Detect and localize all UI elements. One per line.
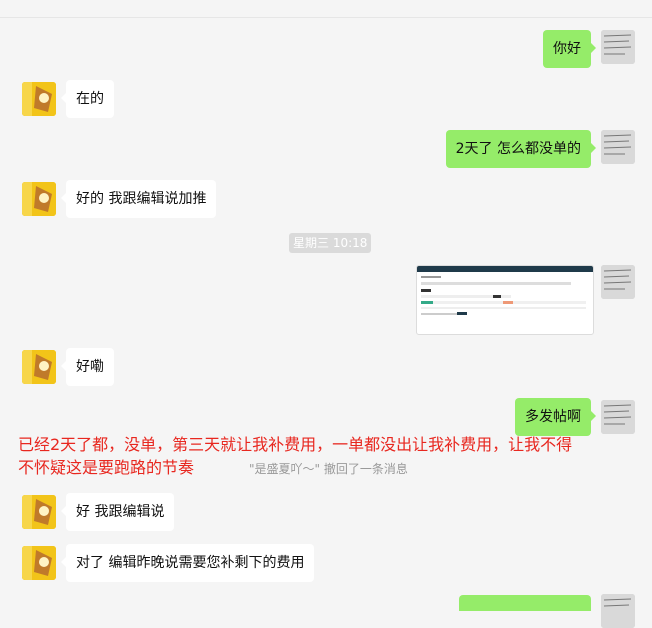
cartoon-avatar-icon[interactable] [22,82,56,116]
received-message-bubble[interactable]: 在的 [61,80,114,118]
received-message-bubble[interactable]: 对了 编辑昨晚说需要您补剩下的费用 [60,544,315,582]
cartoon-avatar-icon[interactable] [22,350,56,384]
cartoon-avatar-icon[interactable] [22,182,56,216]
user-avatar-icon[interactable] [601,30,635,64]
received-message-bubble[interactable]: 好的 我跟编辑说加推 [60,180,217,218]
received-message-bubble[interactable]: 好嘞 [61,348,114,386]
sent-message-bubble-partial[interactable] [459,595,591,611]
top-divider [0,17,652,18]
cartoon-avatar-icon[interactable] [22,546,56,580]
image-message[interactable] [416,265,594,335]
user-avatar-icon[interactable] [601,265,635,299]
sent-message-bubble[interactable]: 多发帖啊 [515,398,596,436]
user-avatar-icon[interactable] [601,594,635,628]
sent-message-bubble[interactable]: 2天了 怎么都没单的 [445,130,597,168]
recall-notice: "是盛夏吖～" 撤回了一条消息 [249,462,408,476]
sent-message-bubble[interactable]: 你好 [543,30,596,68]
received-message-bubble[interactable]: 好 我跟编辑说 [60,493,175,531]
message-timestamp: 星期三 10:18 [289,233,372,253]
user-avatar-icon[interactable] [601,130,635,164]
user-avatar-icon[interactable] [601,400,635,434]
cartoon-avatar-icon[interactable] [22,495,56,529]
